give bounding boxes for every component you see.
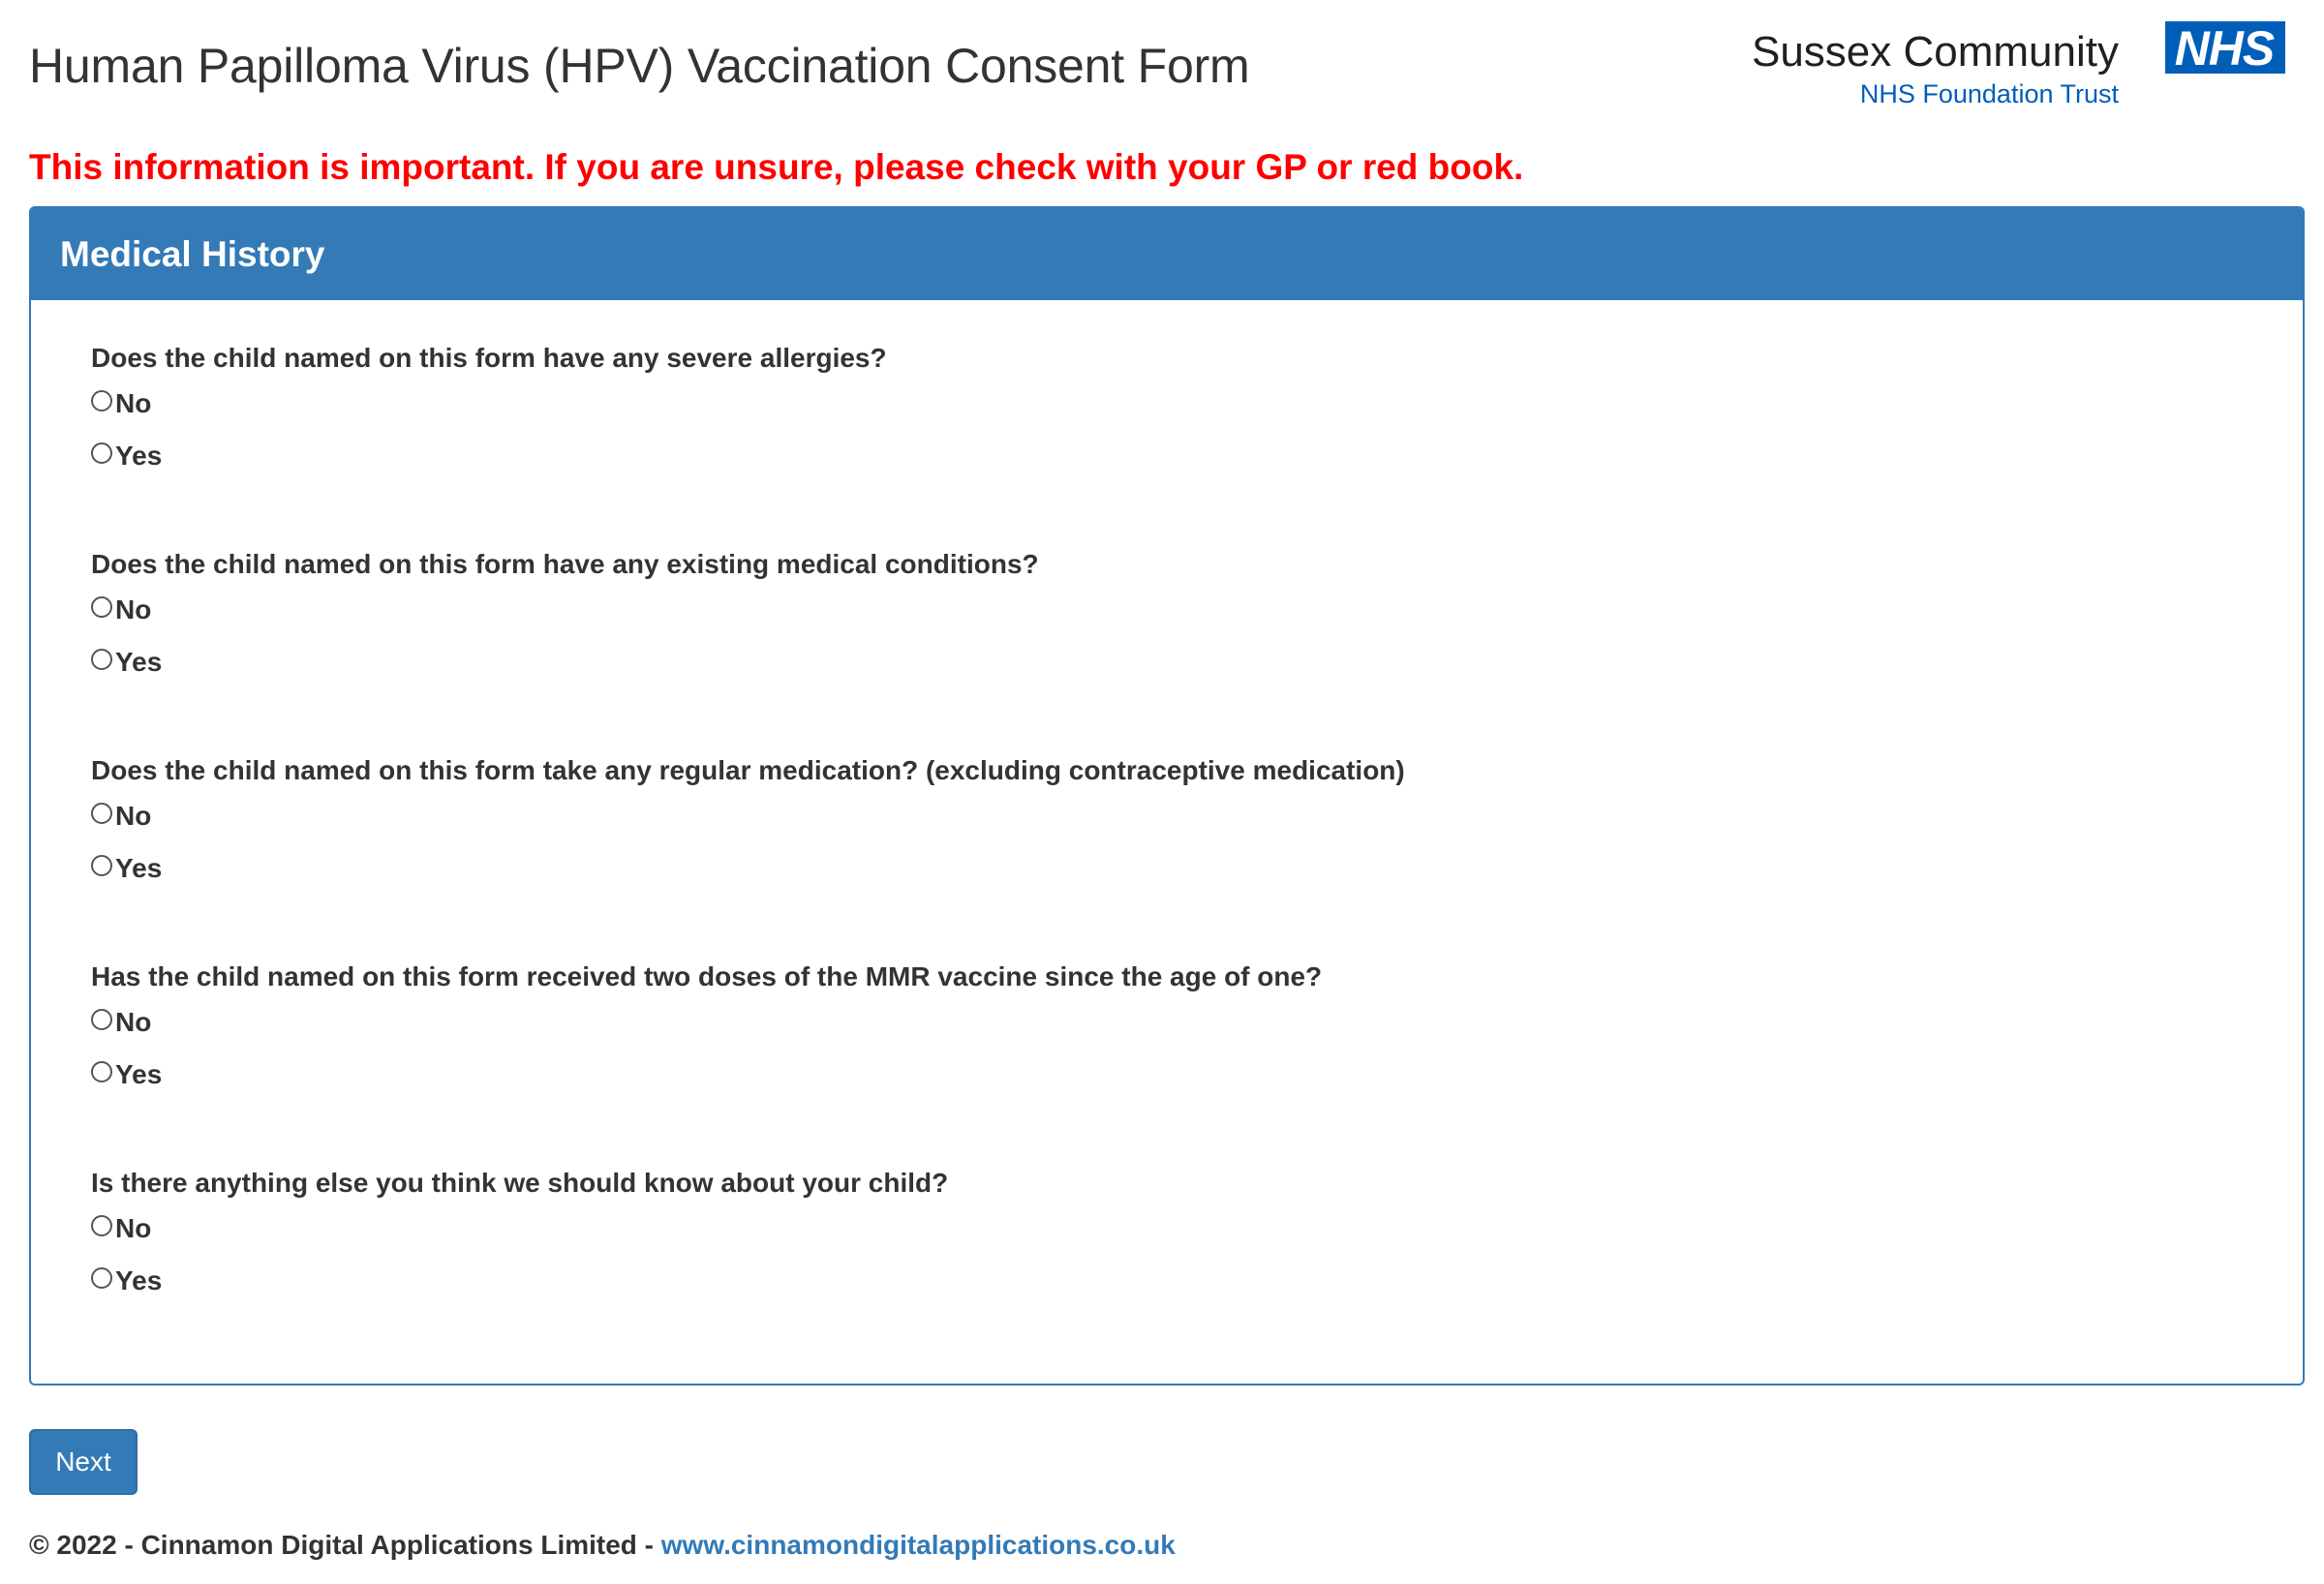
option-yes[interactable]: Yes [91, 430, 2303, 482]
question-mmr-vaccine: Has the child named on this form receive… [91, 944, 2303, 1150]
svg-text:NHS: NHS [2175, 21, 2275, 74]
radio-button[interactable] [91, 596, 112, 618]
option-yes[interactable]: Yes [91, 636, 2303, 688]
option-label: Yes [115, 1265, 163, 1295]
footer-copyright: © 2022 - Cinnamon Digital Applications L… [29, 1530, 661, 1560]
logo-organisation-name: Sussex Community [1751, 28, 2119, 76]
question-label: Does the child named on this form take a… [91, 755, 1405, 785]
option-label: Yes [115, 441, 163, 471]
option-label: No [115, 801, 152, 831]
radio-button[interactable] [91, 1267, 112, 1289]
option-label: No [115, 594, 152, 624]
option-no[interactable]: No [91, 584, 2303, 636]
panel-title: Medical History [60, 233, 325, 274]
option-yes[interactable]: Yes [91, 1255, 2303, 1307]
logo-trust-name: NHS Foundation Trust [1859, 79, 2119, 108]
medical-history-panel: Medical History Does the child named on … [29, 206, 2305, 1386]
option-label: Yes [115, 853, 163, 883]
question-label: Does the child named on this form have a… [91, 343, 887, 373]
option-label: No [115, 1007, 152, 1037]
page-title: Human Papilloma Virus (HPV) Vaccination … [29, 39, 1250, 93]
question-severe-allergies: Does the child named on this form have a… [91, 325, 2303, 532]
question-label: Does the child named on this form have a… [91, 549, 1039, 579]
radio-button[interactable] [91, 803, 112, 824]
panel-body: Does the child named on this form have a… [31, 300, 2303, 1356]
footer: © 2022 - Cinnamon Digital Applications L… [29, 1526, 1176, 1565]
question-label: Has the child named on this form receive… [91, 961, 1323, 991]
next-button[interactable]: Next [29, 1429, 138, 1495]
question-regular-medication: Does the child named on this form take a… [91, 738, 2303, 944]
option-no[interactable]: No [91, 378, 2303, 430]
nhs-logo-icon: NHS [2165, 21, 2285, 74]
panel-heading: Medical History [31, 208, 2303, 300]
question-label: Is there anything else you think we shou… [91, 1168, 949, 1198]
radio-button[interactable] [91, 1215, 112, 1236]
option-no[interactable]: No [91, 1203, 2303, 1255]
radio-button[interactable] [91, 390, 112, 411]
option-no[interactable]: No [91, 996, 2303, 1049]
option-yes[interactable]: Yes [91, 1049, 2303, 1101]
radio-button[interactable] [91, 649, 112, 670]
page-header: Human Papilloma Virus (HPV) Vaccination … [0, 0, 2324, 136]
radio-button[interactable] [91, 442, 112, 464]
important-warning: This information is important. If you ar… [29, 147, 1524, 187]
question-existing-conditions: Does the child named on this form have a… [91, 532, 2303, 738]
option-yes[interactable]: Yes [91, 842, 2303, 895]
option-label: No [115, 388, 152, 418]
radio-button[interactable] [91, 855, 112, 876]
option-label: Yes [115, 647, 163, 677]
option-label: Yes [115, 1059, 163, 1089]
footer-website-link[interactable]: www.cinnamondigitalapplications.co.uk [661, 1530, 1176, 1560]
radio-button[interactable] [91, 1009, 112, 1030]
option-label: No [115, 1213, 152, 1243]
nhs-trust-logo: Sussex Community NHS Foundation Trust NH… [1752, 19, 2285, 116]
question-anything-else: Is there anything else you think we shou… [91, 1150, 2303, 1356]
option-no[interactable]: No [91, 790, 2303, 842]
radio-button[interactable] [91, 1061, 112, 1082]
